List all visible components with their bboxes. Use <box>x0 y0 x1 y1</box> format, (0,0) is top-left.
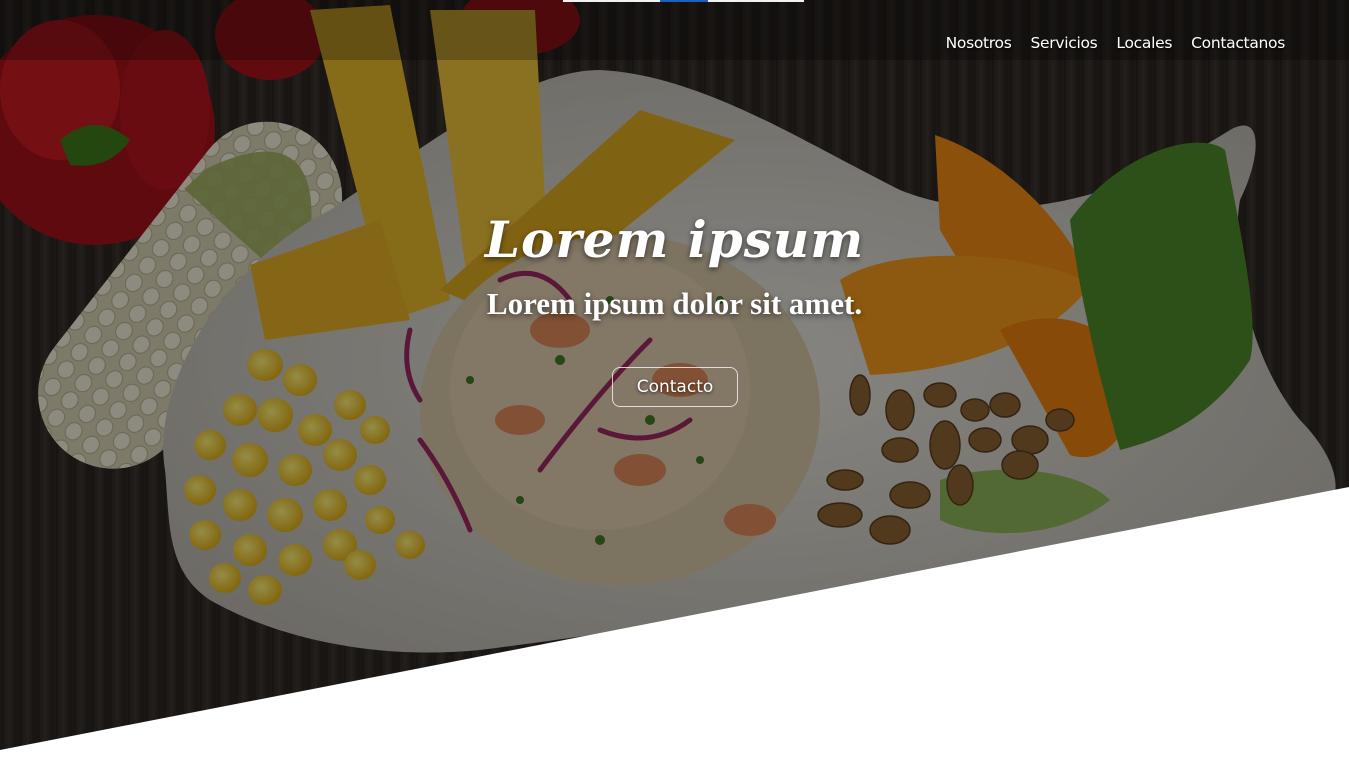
hero-section: Nosotros Servicios Locales Contactanos L… <box>0 0 1349 768</box>
hero-title: Lorem ipsum <box>484 210 865 269</box>
top-progress-bar-accent <box>660 0 708 2</box>
nav-link-servicios[interactable]: Servicios <box>1031 32 1098 54</box>
contact-button[interactable]: Contacto <box>612 367 738 407</box>
hero-text-block: Lorem ipsum Lorem ipsum dolor sit amet. <box>0 200 1349 324</box>
nav-link-locales[interactable]: Locales <box>1116 32 1172 54</box>
nav-link-contactanos[interactable]: Contactanos <box>1191 32 1285 54</box>
top-progress-bar <box>563 0 804 2</box>
nav-link-nosotros[interactable]: Nosotros <box>946 32 1012 54</box>
main-navigation: Nosotros Servicios Locales Contactanos <box>946 32 1286 54</box>
hero-subtitle: Lorem ipsum dolor sit amet. <box>486 286 863 321</box>
